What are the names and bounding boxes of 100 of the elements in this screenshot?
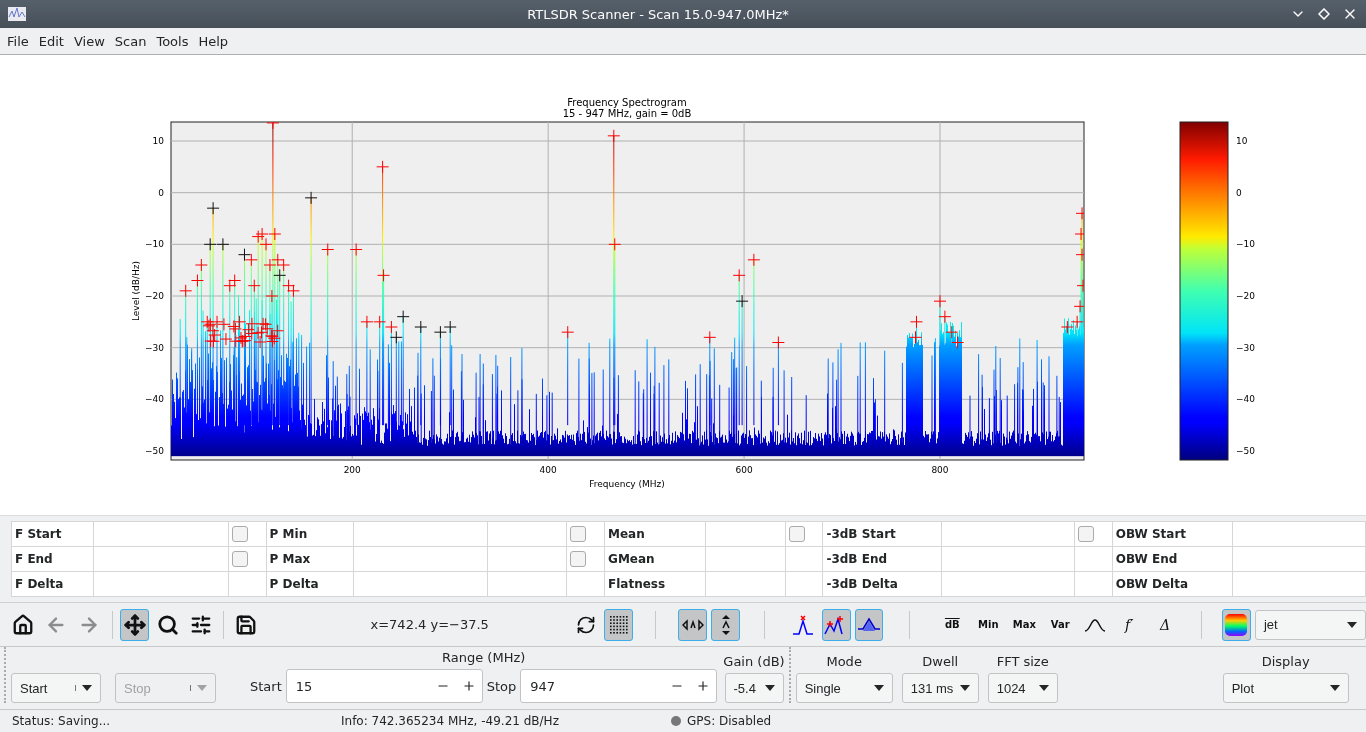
measure-button[interactable]: f′ [1113,608,1146,641]
checkbox[interactable] [570,551,587,567]
caret-icon [197,685,207,691]
sliders-icon [189,613,212,636]
horizontal-fit-icon [681,618,704,631]
fit-y-button[interactable] [711,608,740,641]
fit-x-button[interactable] [678,608,708,641]
start-label: Start [250,678,282,694]
measurement-label: Mean [604,521,706,547]
fft-size-dropdown[interactable]: 1024 [987,673,1058,703]
measurement-label: -3dB Start [822,521,942,547]
mode-dropdown[interactable]: Single [795,673,893,703]
menu-item[interactable]: File [2,33,34,49]
measurement-label: F Delta [11,571,94,597]
pan-button[interactable] [120,608,150,641]
y-tick-label: −40 [145,394,164,405]
vertical-fit-icon [719,613,732,636]
window-title: RTLSDR Scanner - Scan 15.0-947.0MHz* [526,6,790,22]
y-tick-label: 10 [152,136,164,146]
caret-icon [1347,621,1357,628]
display-dropdown[interactable]: Plot [1222,673,1349,703]
fill-button[interactable] [854,608,884,641]
colormap-dropdown[interactable]: jet [1254,609,1366,640]
peaks-button[interactable] [821,608,851,641]
diamond-icon[interactable] [1318,8,1330,20]
caret-icon [82,685,92,691]
move-icon [123,613,146,636]
measurement-label: -3dB Delta [822,571,942,597]
colorbar-tick-label: −20 [1236,291,1255,301]
checkbox[interactable] [788,526,805,542]
checkbox[interactable] [231,526,248,542]
y-tick-label: −30 [145,342,164,353]
x-tick-label: 200 [343,465,361,475]
measurement-label: F Start [11,521,94,547]
save-icon [235,613,258,636]
refresh-icon [576,614,597,635]
filled-peak-icon [856,616,881,633]
mode-label: Mode [826,654,862,669]
measurement-label: GMean [604,546,706,572]
measure-button[interactable]: dB [936,608,969,641]
y-tick-label: −10 [145,239,164,250]
checkbox[interactable] [570,526,587,542]
fft-size-label: FFT size [996,654,1049,669]
caret-icon [764,685,775,691]
rainbow-icon [1224,612,1249,637]
y-tick-label: −50 [145,446,164,456]
gps-status: GPS: Disabled [687,714,772,728]
measure-button[interactable]: Var [1044,608,1077,641]
y-axis-label: Level (dB/Hz) [131,260,141,322]
start-dropdown[interactable]: Start [11,673,101,703]
colorbar-tick-label: −30 [1236,342,1255,353]
menu-item[interactable]: Edit [33,33,69,49]
colorbar-tick-label: −10 [1236,239,1255,250]
status-text: Status: Saving... [12,714,112,728]
dwell-label: Dwell [922,654,959,669]
checkbox[interactable] [231,551,248,567]
measure-button[interactable]: Min [972,608,1005,641]
plus-icon[interactable] [696,679,711,693]
gain-dropdown[interactable]: -5.4 [724,673,784,703]
stop-spinbox[interactable]: 947 [520,669,718,703]
measurement-label: F End [11,546,94,572]
measurement-label: -3dB End [822,546,942,572]
measurement-label: OBW End [1112,546,1233,572]
range-label: Range (MHz) [442,650,526,665]
info-text: Info: 742.365234 MHz, -49.21 dB/Hz [341,714,560,728]
caret-icon [959,685,970,691]
plus-icon[interactable] [461,679,476,693]
x-tick-label: 400 [539,465,557,475]
grid-button[interactable] [604,608,634,641]
measurement-label: Flatness [604,571,706,597]
checkbox[interactable] [1077,526,1094,542]
measurement-label: P Max [266,546,354,572]
home-icon [12,613,35,636]
dwell-dropdown[interactable]: 131 ms [901,673,979,703]
x-tick-label: 800 [931,465,949,475]
measurement-label: OBW Start [1112,521,1233,547]
menu-item[interactable]: View [68,33,110,49]
measurement-label: P Min [266,521,354,547]
menu-item[interactable]: Scan [109,33,152,49]
measure-button[interactable]: Δ [1149,608,1182,641]
app-icon [8,5,26,23]
start-spinbox[interactable]: 15 [285,669,483,703]
x-axis-label: Frequency (MHz) [589,479,665,489]
search-icon [156,613,179,636]
menu-item[interactable]: Tools [151,33,194,49]
peak-icon [792,613,815,636]
measurement-label: OBW Delta [1112,571,1233,597]
gps-indicator-icon [671,716,681,726]
colormap-button[interactable] [1222,608,1251,641]
measure-button[interactable]: Max [1008,608,1041,641]
colorbar-tick-label: −50 [1236,446,1255,456]
y-tick-label: 0 [158,187,164,198]
measurement-label: P Delta [266,571,354,597]
y-tick-label: −20 [145,291,164,301]
caret-icon [1329,685,1340,691]
display-label: Display [1261,654,1310,669]
menu-item[interactable]: Help [193,33,234,49]
grid-icon [608,614,629,635]
colorbar-tick-label: 0 [1236,187,1242,198]
cursor-coordinates: x=742.4 y=−37.5 [369,617,490,632]
